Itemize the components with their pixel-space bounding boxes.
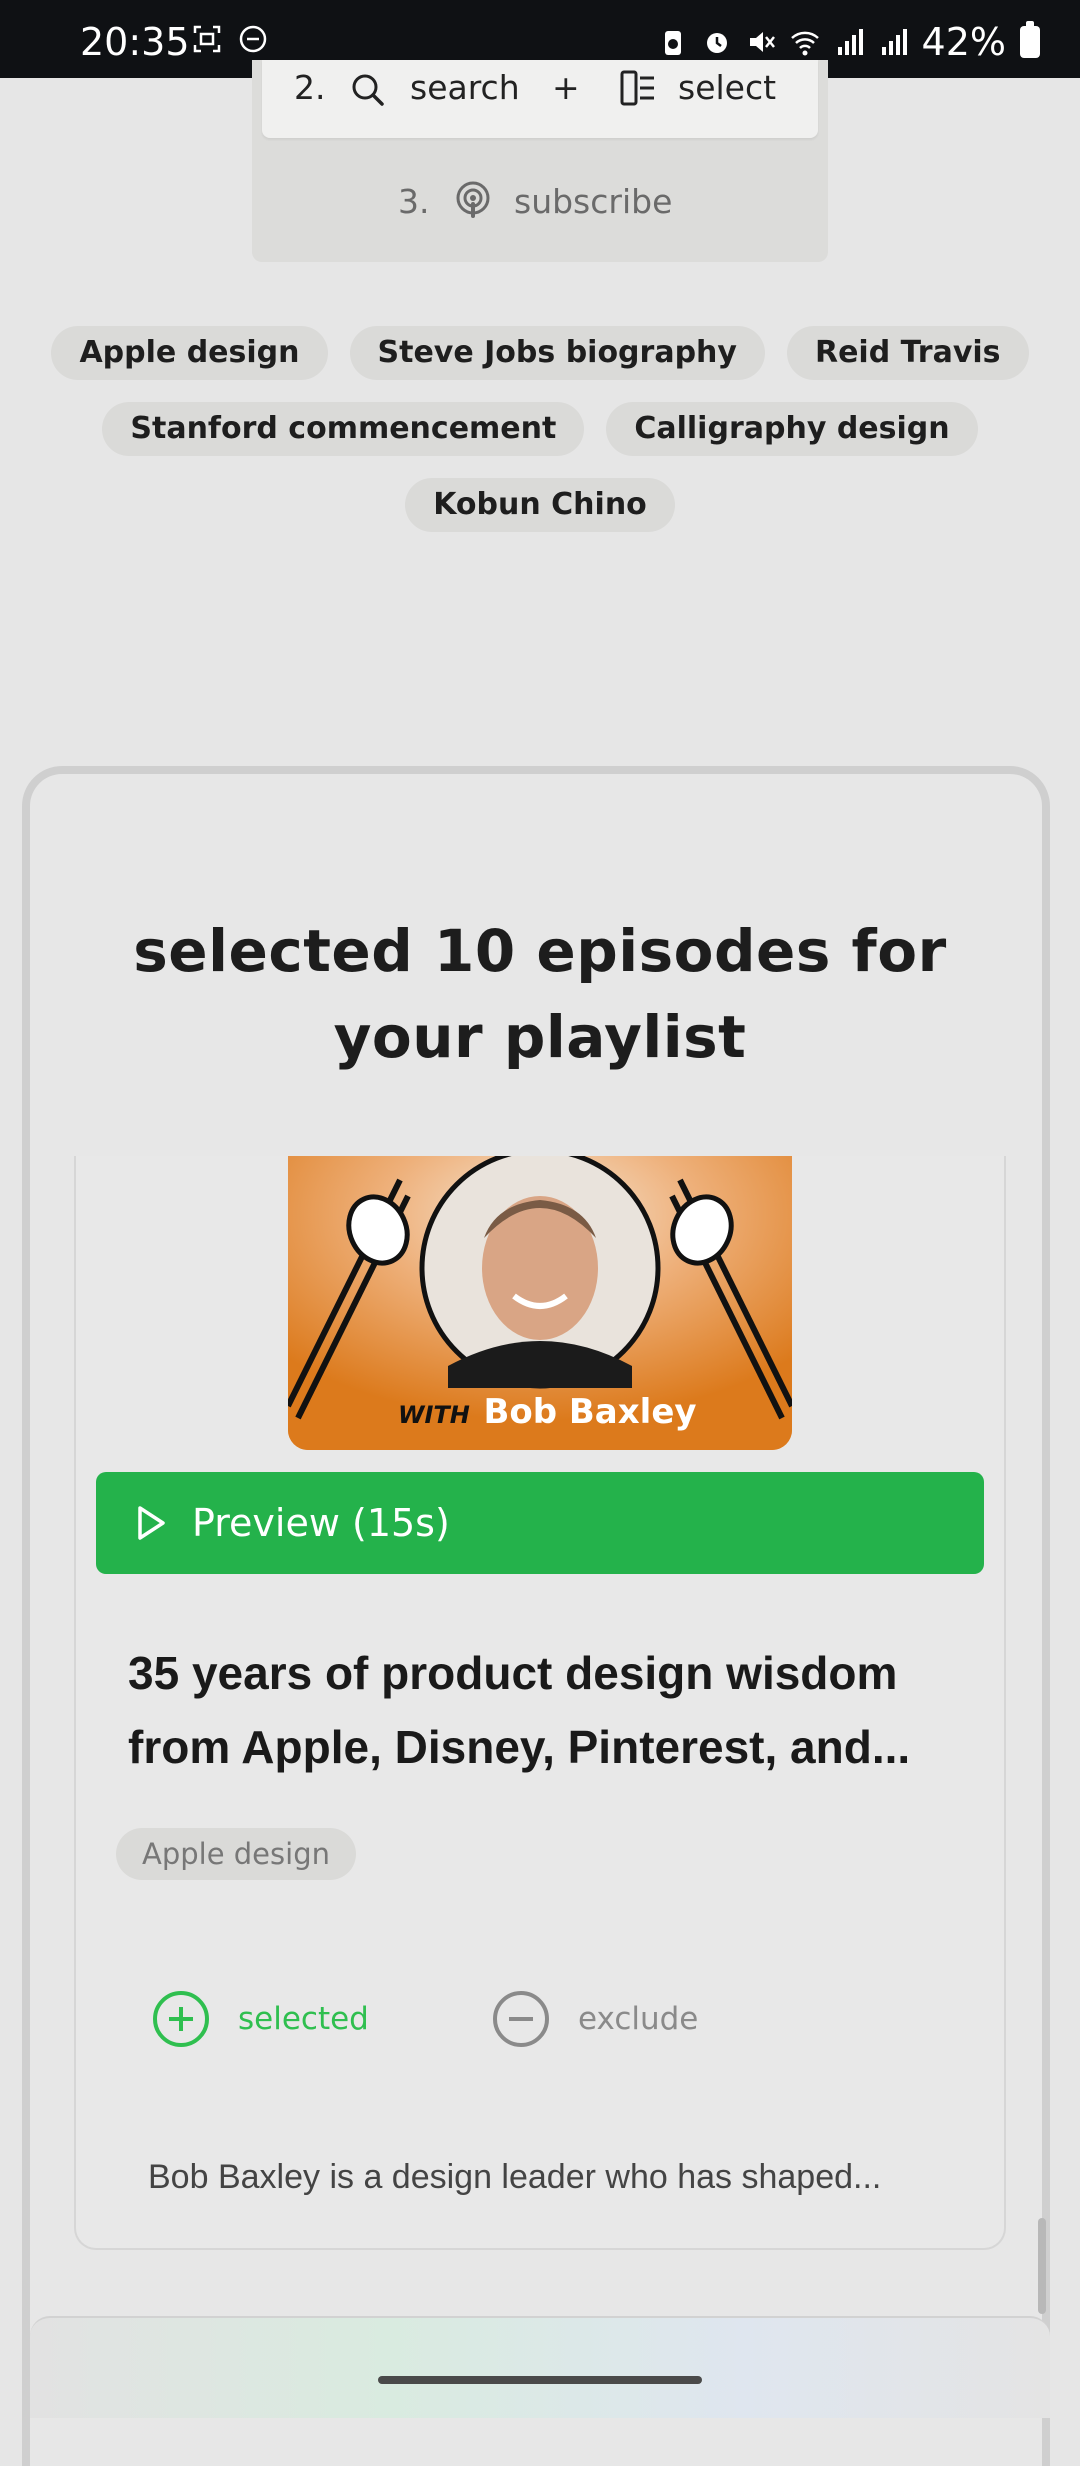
step-subscribe[interactable]: 3. subscribe (252, 178, 828, 230)
podcast-icon (456, 181, 490, 218)
episode-tag: Apple design (116, 1828, 356, 1880)
battery-saver-icon (664, 31, 681, 55)
step-search-label: search (410, 68, 520, 107)
topic-tag[interactable]: Reid Travis (786, 326, 1029, 380)
topic-tags: Apple design Steve Jobs biography Reid T… (0, 326, 1080, 554)
alarm-icon (706, 33, 727, 53)
episode-cover-image: WITH Bob Baxley (288, 1156, 792, 1450)
signal-icon-2 (881, 29, 907, 55)
topic-tag[interactable]: Steve Jobs biography (349, 326, 765, 380)
battery-percent: 42% (921, 20, 1006, 64)
topic-tag[interactable]: Kobun Chino (405, 478, 675, 532)
playlist-title: selected 10 episodes for your playlist (133, 917, 947, 1071)
battery-icon (1020, 21, 1040, 58)
mute-icon (749, 32, 775, 52)
play-icon (138, 1506, 165, 1540)
home-indicator[interactable] (378, 2376, 702, 2384)
episode-title[interactable]: 35 years of product design wisdom from A… (128, 1636, 928, 1784)
cover-caption: WITH Bob Baxley (398, 1392, 697, 1432)
selected-label: selected (238, 2001, 369, 2037)
select-list-icon (620, 70, 654, 106)
cover-with-text: WITH (398, 1401, 470, 1429)
scrollbar[interactable] (1038, 2218, 1046, 2314)
status-left-icons (192, 24, 268, 54)
selected-toggle[interactable]: selected (152, 1990, 369, 2048)
cover-host-name: Bob Baxley (483, 1392, 697, 1432)
step-plus: + (552, 68, 580, 107)
topic-tag[interactable]: Apple design (51, 326, 328, 380)
preview-button[interactable]: Preview (15s) (96, 1472, 984, 1574)
step-search-select[interactable]: 2. search + select (262, 60, 818, 138)
step-number: 2. (294, 68, 326, 107)
exclude-label: exclude (578, 2001, 699, 2037)
status-right-icons: 42% (658, 20, 1040, 64)
minus-circle-icon (493, 1991, 549, 2047)
bottom-sheet (30, 2316, 1050, 2418)
plus-circle-icon (153, 1991, 209, 2047)
topic-tag[interactable]: Calligraphy design (606, 402, 978, 456)
episode-description: Bob Baxley is a design leader who has sh… (148, 2158, 882, 2196)
do-not-disturb-icon (239, 25, 267, 53)
preview-label: Preview (15s) (192, 1501, 450, 1545)
step-subscribe-label: subscribe (514, 182, 673, 221)
status-time: 20:35 (80, 20, 190, 64)
topic-tag[interactable]: Stanford commencement (102, 402, 585, 456)
step-select-label: select (678, 68, 777, 107)
search-icon (352, 74, 384, 106)
exclude-toggle[interactable]: exclude (492, 1990, 698, 2048)
tag-row: Apple design Steve Jobs biography Reid T… (0, 326, 1080, 380)
screenshot-icon (193, 25, 221, 53)
step-number: 3. (398, 182, 430, 221)
tag-row: Kobun Chino (0, 478, 1080, 532)
signal-icon (837, 29, 863, 55)
tag-row: Stanford commencement Calligraphy design (0, 402, 1080, 456)
wifi-icon (790, 31, 819, 56)
